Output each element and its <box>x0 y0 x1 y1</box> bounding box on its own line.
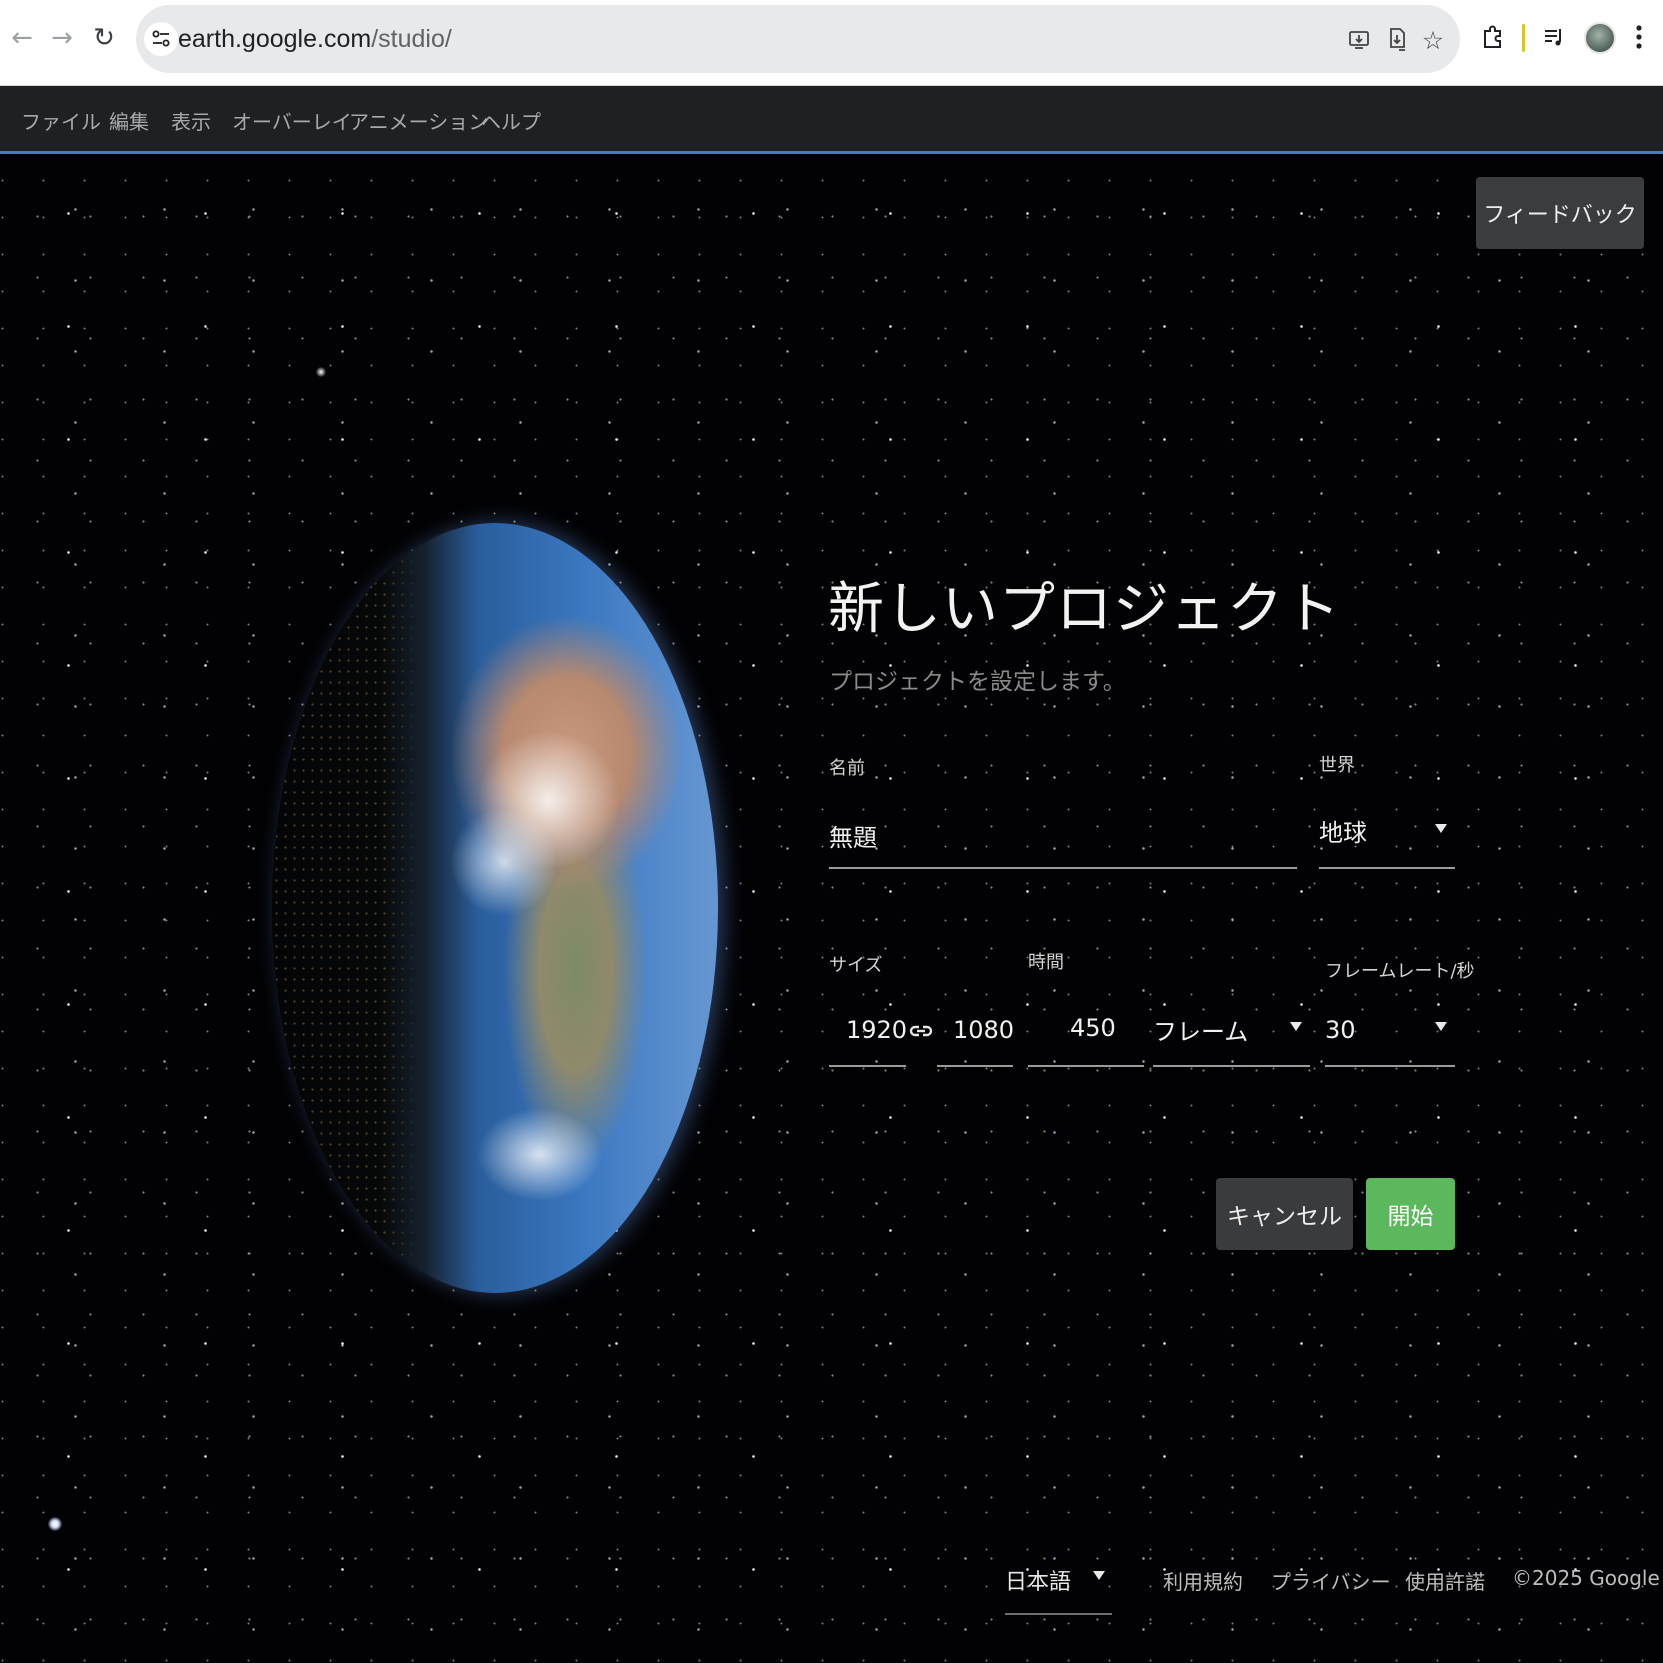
world-underline <box>1319 867 1455 869</box>
kebab-menu-icon <box>1636 25 1642 49</box>
profile-avatar[interactable] <box>1584 22 1616 54</box>
space-background <box>0 157 1663 1663</box>
chevron-down-icon <box>1093 1571 1105 1580</box>
reading-list-button[interactable] <box>1537 20 1571 54</box>
width-underline <box>829 1065 906 1067</box>
tune-icon <box>152 30 170 47</box>
name-label: 名前 <box>829 758 865 779</box>
browser-toolbar: ← → ↻ earth.google.com/studio/ ☆ <box>0 0 1663 86</box>
bright-star <box>316 367 326 377</box>
menu-edit[interactable]: 編集 <box>109 106 149 135</box>
arrow-left-icon: ← <box>11 23 33 53</box>
privacy-link[interactable]: プライバシー <box>1271 1566 1391 1595</box>
earth-globe <box>272 523 718 1293</box>
name-value[interactable]: 無題 <box>829 818 877 853</box>
star-icon: ☆ <box>1421 25 1445 55</box>
url-host: earth.google.com <box>178 25 372 53</box>
download-icon <box>1390 28 1405 51</box>
framerate-underline <box>1325 1065 1455 1067</box>
dialog-subtitle: プロジェクトを設定します。 <box>829 669 1126 695</box>
browser-menu-button[interactable] <box>1622 20 1656 54</box>
menu-help[interactable]: ヘルプ <box>481 106 541 135</box>
name-underline <box>829 867 1297 869</box>
link-icon <box>909 1025 933 1037</box>
bright-star <box>48 1517 62 1531</box>
terms-link[interactable]: 利用規約 <box>1163 1566 1243 1595</box>
back-button[interactable]: ← <box>4 20 40 56</box>
playlist-icon <box>1545 29 1561 46</box>
framerate-value[interactable]: 30 <box>1325 1016 1356 1044</box>
size-label: サイズ <box>829 955 883 976</box>
menu-animation[interactable]: アニメーション <box>349 106 488 135</box>
height-underline <box>937 1065 1013 1067</box>
reload-icon: ↻ <box>93 23 115 53</box>
duration-underline <box>1028 1065 1144 1067</box>
chevron-down-icon <box>1435 824 1447 833</box>
address-bar[interactable]: earth.google.com/studio/ ☆ <box>136 5 1460 73</box>
duration-unit-underline <box>1153 1065 1310 1067</box>
extensions-button[interactable] <box>1476 20 1510 54</box>
duration-unit-value[interactable]: フレーム <box>1153 1012 1248 1047</box>
menu-overlay[interactable]: オーバーレイ <box>232 106 352 135</box>
toolbar-separator <box>1522 24 1525 52</box>
cancel-button[interactable]: キャンセル <box>1216 1178 1353 1250</box>
duration-label: 時間 <box>1028 952 1064 973</box>
download-button[interactable] <box>1382 25 1412 55</box>
language-underline <box>1005 1613 1112 1615</box>
menu-file[interactable]: ファイル <box>21 106 101 135</box>
start-button[interactable]: 開始 <box>1366 1178 1455 1250</box>
link-aspect-button[interactable] <box>907 1017 935 1045</box>
install-app-icon <box>1349 31 1369 49</box>
url-text[interactable]: earth.google.com/studio/ <box>178 25 452 54</box>
url-path: /studio/ <box>371 25 452 53</box>
reload-button[interactable]: ↻ <box>86 20 122 56</box>
width-value[interactable]: 1920 <box>846 1016 907 1044</box>
height-value[interactable]: 1080 <box>953 1016 1014 1044</box>
bookmark-button[interactable]: ☆ <box>1418 25 1448 55</box>
dialog-title: 新しいプロジェクト <box>828 577 1341 642</box>
puzzle-icon <box>1484 25 1501 48</box>
forward-button[interactable]: → <box>44 20 80 56</box>
app-menubar: ファイル 編集 表示 オーバーレイ アニメーション ヘルプ <box>0 86 1663 154</box>
world-value[interactable]: 地球 <box>1319 813 1367 848</box>
arrow-right-icon: → <box>51 23 73 53</box>
framerate-label: フレームレート/秒 <box>1325 961 1475 982</box>
copyright-text: ©2025 Google <box>1512 1566 1660 1590</box>
earth-night-lights <box>272 523 718 1293</box>
license-link[interactable]: 使用許諾 <box>1405 1566 1485 1595</box>
menu-view[interactable]: 表示 <box>171 106 211 135</box>
duration-value[interactable]: 450 <box>1070 1014 1116 1042</box>
chevron-down-icon <box>1290 1022 1302 1031</box>
install-app-button[interactable] <box>1344 25 1374 55</box>
language-value[interactable]: 日本語 <box>1005 1564 1071 1596</box>
feedback-button[interactable]: フィードバック <box>1476 177 1644 249</box>
world-label: 世界 <box>1319 755 1355 776</box>
chevron-down-icon <box>1435 1022 1447 1031</box>
site-info-button[interactable] <box>144 22 178 56</box>
